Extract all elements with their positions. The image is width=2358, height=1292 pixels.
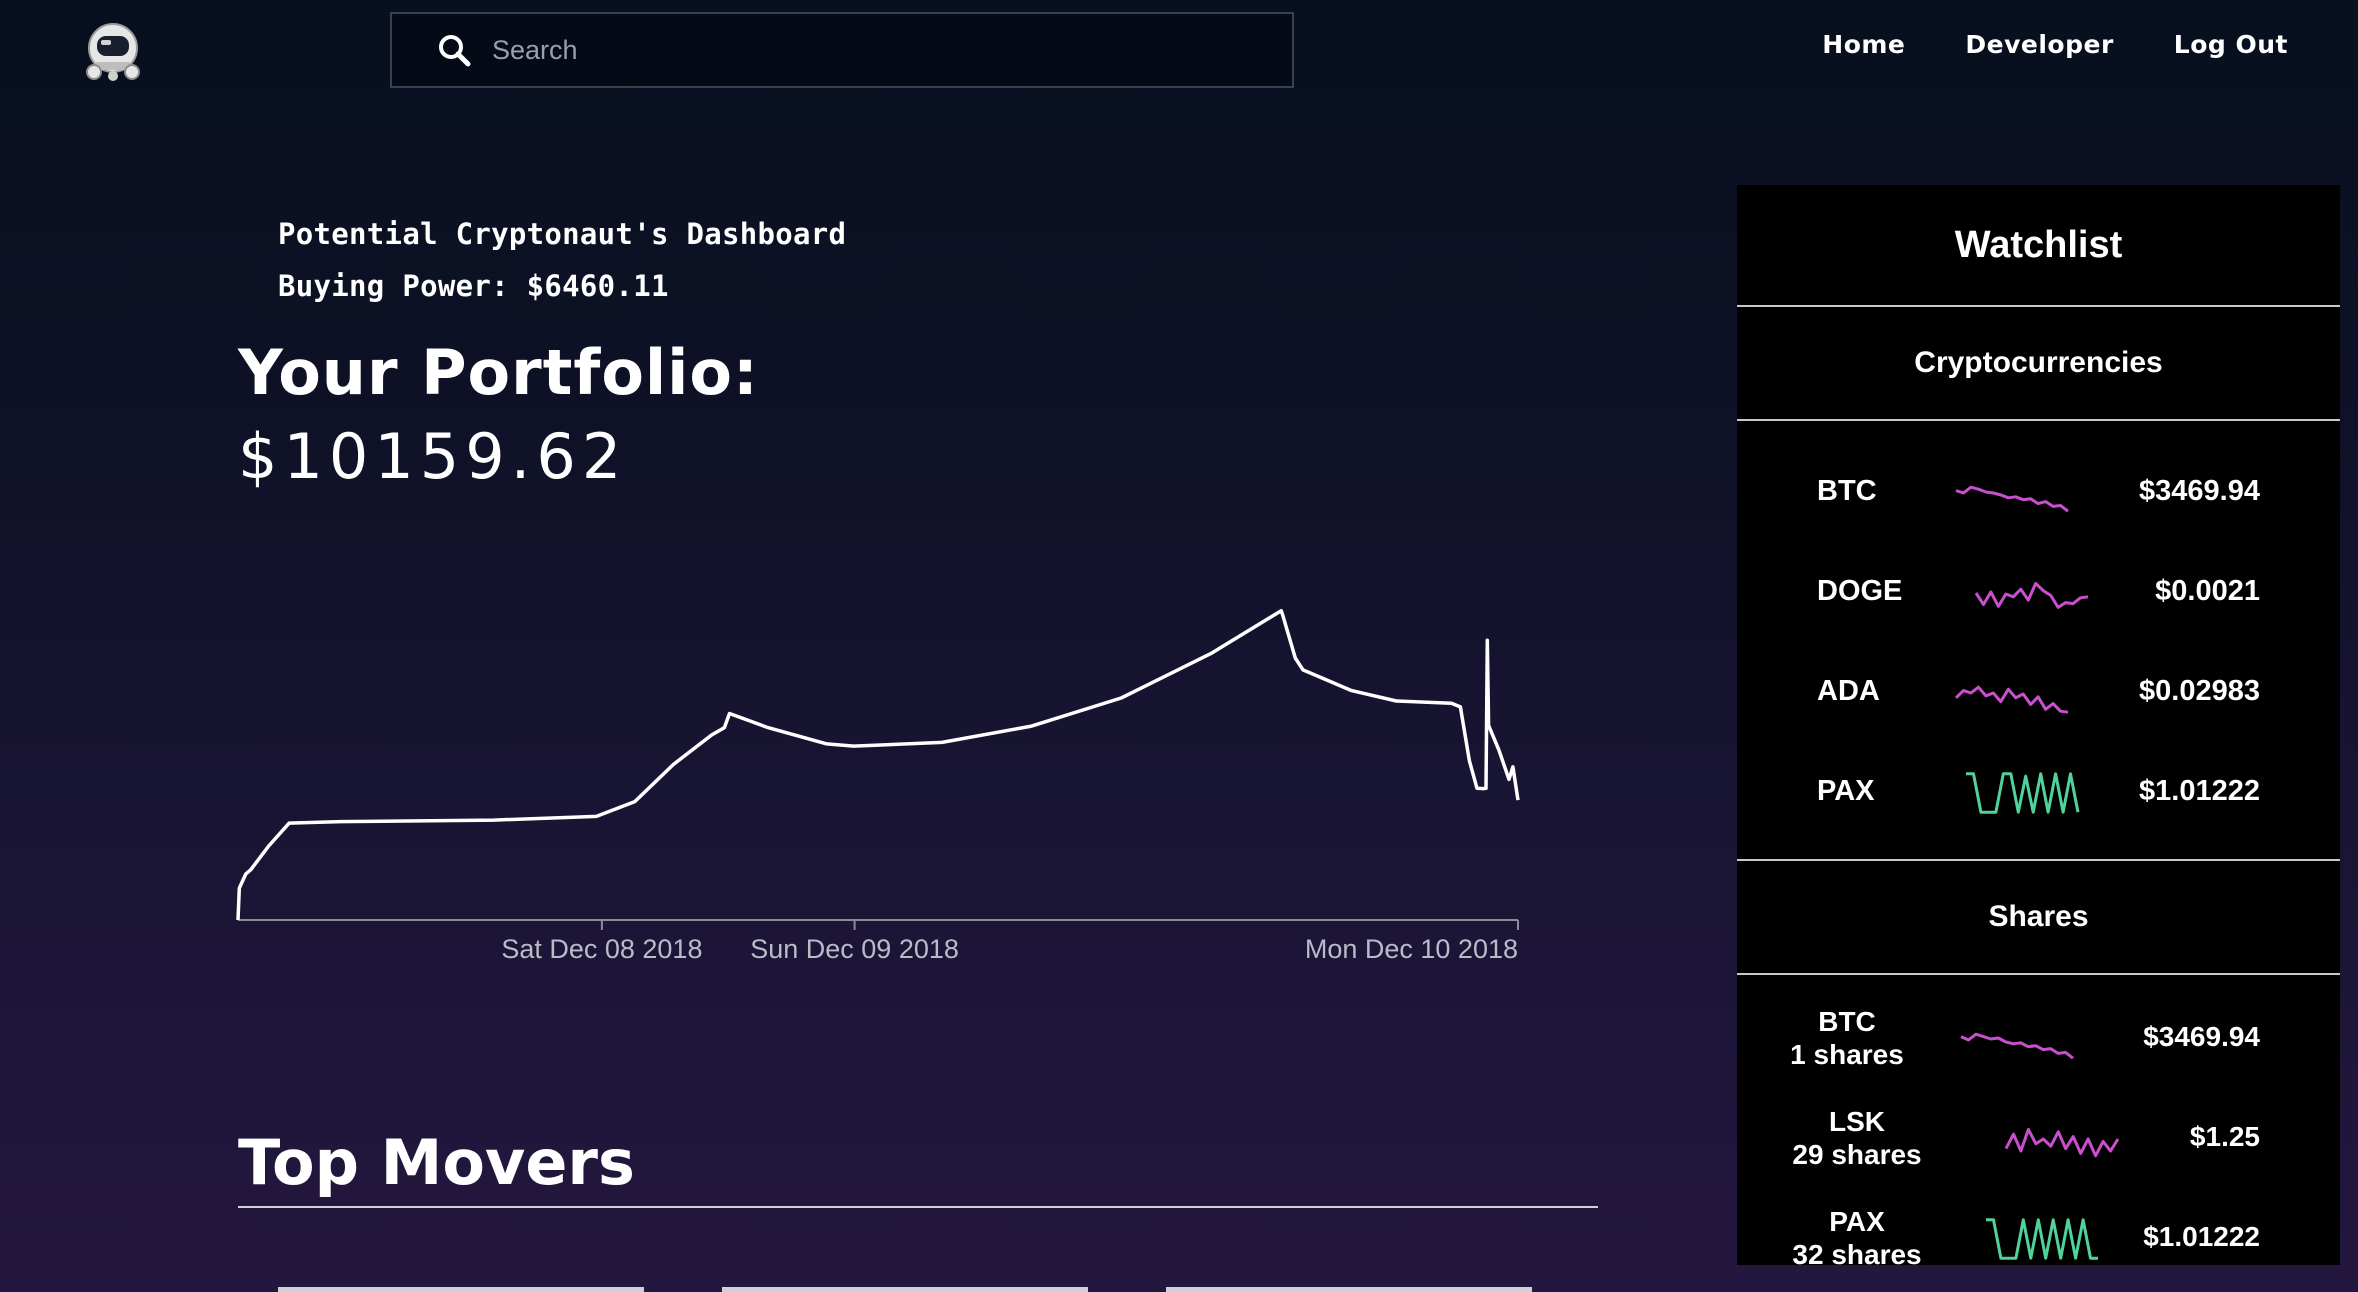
nav-links: Home Developer Log Out <box>1762 30 2288 59</box>
shares-row-lsk[interactable]: LSK 29 shares $1.25 <box>1737 1089 2340 1189</box>
crypto-price: $0.0021 <box>2155 575 2260 607</box>
sparkline <box>1960 1032 2074 1060</box>
crypto-price: $1.01222 <box>2139 775 2260 807</box>
watchlist-row-ada[interactable]: ADA $0.02983 <box>1737 643 2340 743</box>
watchlist-row-btc[interactable]: BTC $3469.94 <box>1737 443 2340 543</box>
sparkline <box>1954 685 2069 714</box>
welcome-text: Potential Cryptonaut's Dashboard <box>278 217 847 251</box>
portfolio-title: Your Portfolio: <box>238 336 759 409</box>
share-symbol-block: PAX 32 shares <box>1787 1205 1927 1271</box>
x-tick-label: Sat Dec 08 2018 <box>501 934 702 964</box>
sparkline <box>2004 1127 2120 1158</box>
top-mover-card[interactable] <box>1166 1287 1532 1292</box>
x-tick-label: Sun Dec 09 2018 <box>750 934 959 964</box>
share-price: $3469.94 <box>2143 1021 2260 1052</box>
buying-power: Buying Power: $6460.11 <box>278 269 669 303</box>
watchlist-crypto-list: BTC $3469.94 DOGE $0.0021 ADA $0.02983 P… <box>1737 421 2340 861</box>
crypto-symbol: ADA <box>1817 675 1880 707</box>
sparkline-path <box>1960 1032 2074 1060</box>
top-mover-card[interactable] <box>722 1287 1088 1292</box>
x-tick-label: Mon Dec 10 2018 <box>1305 934 1518 964</box>
share-symbol-block: BTC 1 shares <box>1777 1005 1917 1071</box>
sparkline-path <box>1955 485 2069 513</box>
sparkline <box>1974 581 2089 609</box>
share-count: 1 shares <box>1790 1039 1904 1070</box>
watchlist-shares-header: Shares <box>1737 861 2340 975</box>
search-input[interactable] <box>492 34 1252 66</box>
share-symbol: BTC <box>1818 1006 1876 1037</box>
shares-row-btc[interactable]: BTC 1 shares $3469.94 <box>1737 989 2340 1089</box>
sparkline-path <box>2004 1127 2120 1158</box>
dashboard-header: Potential Cryptonaut's Dashboard Buying … <box>278 208 846 312</box>
nav-link-home[interactable]: Home <box>1822 30 1905 59</box>
sparkline <box>1986 1218 2098 1260</box>
share-symbol: LSK <box>1829 1106 1885 1137</box>
nav-link-log-out[interactable]: Log Out <box>2174 30 2288 59</box>
search-icon[interactable] <box>434 30 474 70</box>
share-symbol-block: LSK 29 shares <box>1787 1105 1927 1171</box>
crypto-symbol: DOGE <box>1817 575 1903 607</box>
portfolio-line <box>236 608 1520 921</box>
crypto-price: $3469.94 <box>2139 475 2260 507</box>
sparkline <box>1955 485 2069 513</box>
share-symbol: PAX <box>1829 1206 1885 1237</box>
share-count: 29 shares <box>1792 1139 1922 1170</box>
nav-link-developer[interactable]: Developer <box>1965 30 2113 59</box>
sparkline <box>1966 772 2080 814</box>
watchlist-row-pax[interactable]: PAX $1.01222 <box>1737 743 2340 843</box>
search-bar[interactable] <box>390 12 1294 88</box>
shares-row-pax[interactable]: PAX 32 shares $1.01222 <box>1737 1189 2340 1289</box>
watchlist-crypto-header: Cryptocurrencies <box>1737 307 2340 421</box>
crypto-symbol: BTC <box>1817 475 1877 507</box>
sparkline-path <box>1974 581 2089 609</box>
top-movers-divider <box>238 1206 1598 1208</box>
share-price: $1.25 <box>2189 1121 2260 1152</box>
top-mover-card[interactable] <box>278 1287 644 1292</box>
sparkline-path <box>1986 1218 2098 1260</box>
watchlist-title: Watchlist <box>1737 185 2340 307</box>
sparkline-path <box>1954 685 2069 714</box>
crypto-price: $0.02983 <box>2139 675 2260 707</box>
sparkline-path <box>1966 772 2080 814</box>
watchlist-row-doge[interactable]: DOGE $0.0021 <box>1737 543 2340 643</box>
portfolio-value: $10159.62 <box>238 420 628 493</box>
share-price: $1.01222 <box>2143 1221 2260 1252</box>
portfolio-chart[interactable]: Sat Dec 08 2018 Sun Dec 09 2018 Mon Dec 10… <box>230 530 1530 980</box>
top-movers-title: Top Movers <box>238 1126 635 1199</box>
astronaut-helmet-icon[interactable] <box>80 18 146 84</box>
watchlist-panel: Watchlist Cryptocurrencies BTC $3469.94 … <box>1737 185 2340 1270</box>
share-count: 32 shares <box>1792 1239 1922 1270</box>
crypto-symbol: PAX <box>1817 775 1875 807</box>
watchlist-shares-list: BTC 1 shares $3469.94 LSK 29 shares $1.2… <box>1737 975 2340 1289</box>
top-nav: Home Developer Log Out <box>0 0 2358 100</box>
